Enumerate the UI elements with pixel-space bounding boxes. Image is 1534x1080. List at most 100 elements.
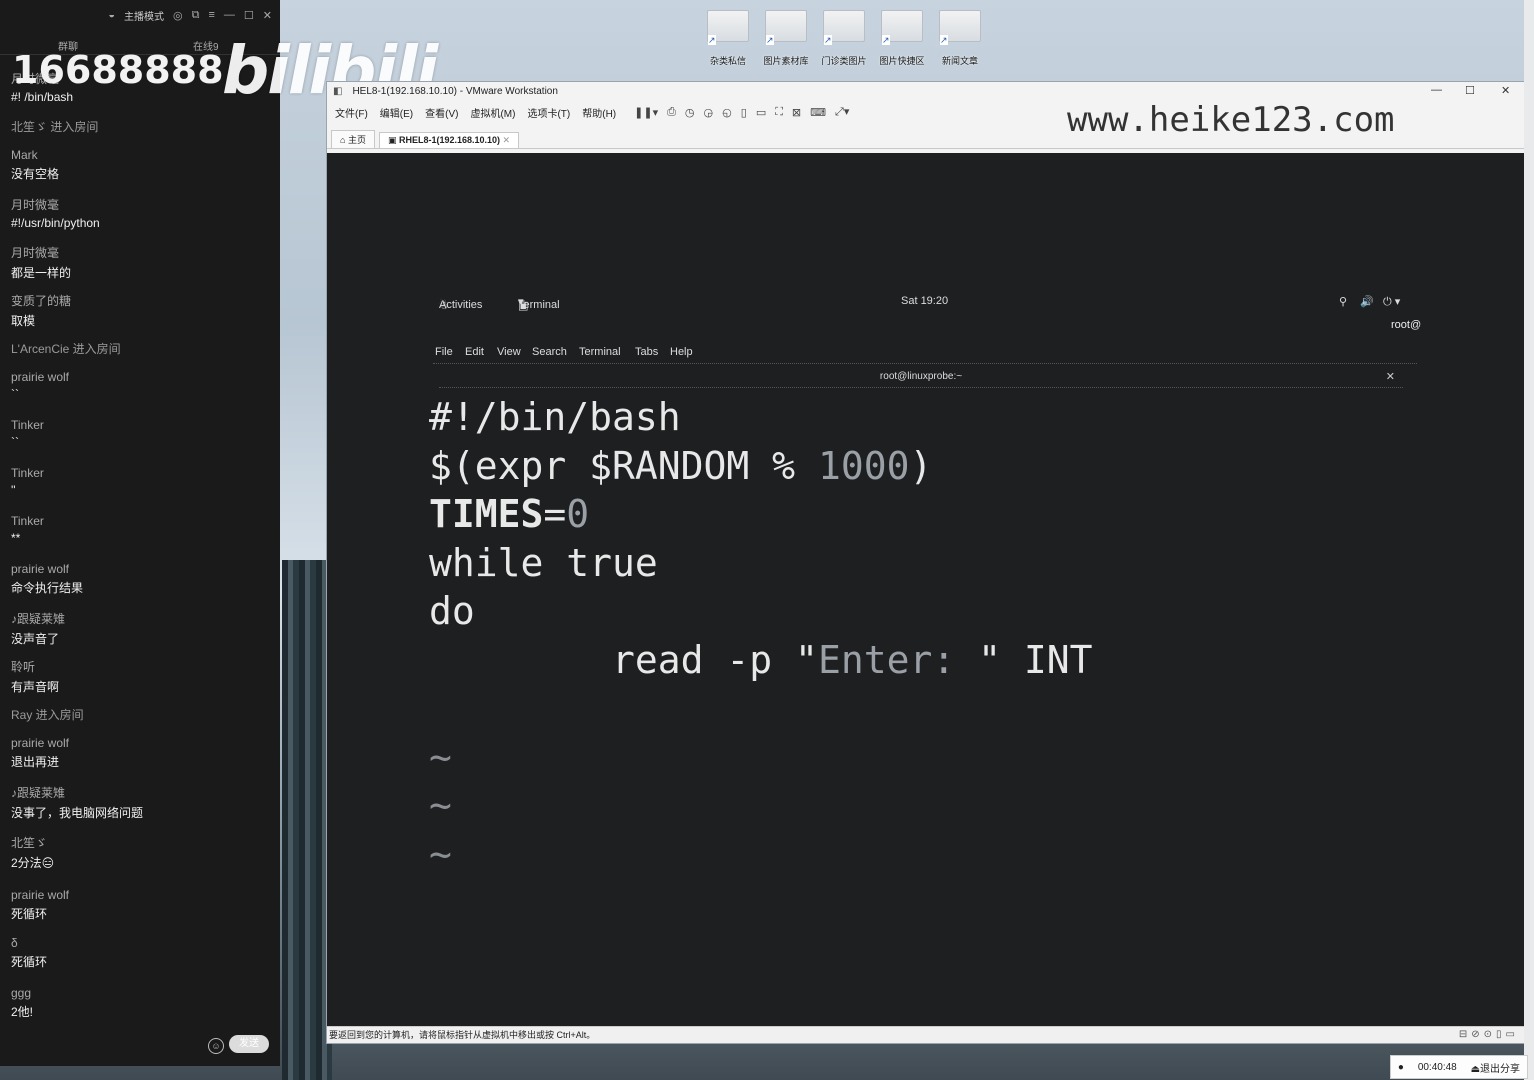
chat-text: 没声音了 [11, 632, 60, 646]
menu-vm[interactable]: 虚拟机(M) [470, 105, 515, 120]
menu-file[interactable]: File [435, 346, 453, 358]
desktop-shortcut[interactable]: 杂类私信 [702, 10, 754, 67]
chat-message: prairie wolf 命令执行结果 [11, 562, 83, 596]
tab-label: RHEL8-1(192.168.10.10) [398, 135, 501, 145]
network-icon[interactable]: ⚲ [1339, 295, 1347, 308]
desktop-shortcut[interactable]: 图片素材库 [760, 10, 812, 67]
app-menu-button[interactable]: ▣ Terminal ▾ [518, 295, 560, 312]
clock[interactable]: Sat 19:20 [901, 295, 948, 307]
menu-edit[interactable]: Edit [465, 346, 484, 358]
chat-username[interactable]: 月时微毫 [11, 244, 71, 261]
code-line: #!/bin/bash [429, 395, 681, 439]
menu-edit[interactable]: 编辑(E) [380, 105, 413, 120]
chat-text: #!/usr/bin/python [11, 216, 100, 230]
menu-view[interactable]: View [497, 346, 521, 358]
code-line: $(expr $RANDOM % 1000) [429, 444, 932, 488]
maximize-icon[interactable]: ☐ [1465, 84, 1475, 97]
code-line: while true [429, 540, 658, 585]
chat-username[interactable]: ♪跟疑莱雉 [11, 784, 143, 801]
chat-username[interactable]: prairie wolf [11, 888, 69, 902]
menu-terminal[interactable]: Terminal [579, 346, 621, 358]
exit-share-label: 退出分享 [1480, 1063, 1521, 1075]
power-icon[interactable]: ⏻ ▾ [1383, 295, 1400, 309]
exit-share-button[interactable]: ⏏退出分享 [1471, 1060, 1520, 1075]
close-icon[interactable]: ✕ [1501, 84, 1510, 97]
console-icon[interactable]: ⌨ [810, 106, 826, 119]
pause-icon[interactable]: ❚❚▾ [634, 106, 658, 119]
revert-snapshot-icon[interactable]: ◶ [704, 106, 714, 119]
menu-tabs[interactable]: 选项卡(T) [527, 105, 570, 120]
sidebar-icon[interactable]: ▯ [741, 106, 747, 119]
minimize-icon[interactable]: — [224, 9, 235, 21]
watermark-number: 16688888 [12, 48, 224, 92]
chat-username[interactable]: 北笙ゞ 进入房间 [11, 118, 98, 135]
chat-text: 没有空格 [11, 167, 60, 181]
code-line: TIMES=0 [429, 492, 589, 536]
chat-username[interactable]: 聆听 [11, 658, 59, 675]
chat-text: `` [11, 435, 19, 449]
chat-username[interactable]: prairie wolf [11, 562, 83, 576]
thumbnail-icon[interactable]: ▭ [756, 106, 766, 119]
chat-text: #! /bin/bash [11, 90, 74, 104]
chat-username[interactable]: Tinker [11, 418, 44, 432]
desktop-shortcut[interactable]: 图片快捷区 [876, 10, 928, 67]
vm-guest-screen[interactable]: ☃ Activities ▣ Terminal ▾ Sat 19:20 ⚲ 🔊 … [327, 153, 1525, 1026]
menu-help[interactable]: Help [670, 346, 693, 358]
menu-help[interactable]: 帮助(H) [582, 105, 616, 120]
settings-icon[interactable]: ◎ [173, 9, 183, 22]
chat-username[interactable]: prairie wolf [11, 736, 69, 750]
vim-editor-content[interactable]: #!/bin/bash $(expr $RANDOM % 1000) TIMES… [429, 393, 1092, 878]
chat-username[interactable]: prairie wolf [11, 370, 69, 384]
fullscreen-icon[interactable]: ⛶ [775, 106, 783, 119]
chat-username[interactable]: Mark [11, 148, 59, 162]
snapshot-icon[interactable]: ◷ [685, 106, 695, 119]
chat-message: 变质了的糖 取模 [11, 292, 71, 329]
tab-home[interactable]: ⌂ 主页 [331, 130, 375, 148]
menu-search[interactable]: Search [532, 346, 567, 358]
device-icons[interactable]: ⊟⊘⊙▯▭ [1459, 1027, 1519, 1043]
chat-username[interactable]: Tinker [11, 466, 44, 480]
chat-username[interactable]: 北笙ゞ [11, 834, 54, 851]
close-tab-icon[interactable]: ✕ [503, 135, 511, 145]
chat-username[interactable]: Tinker [11, 514, 44, 528]
emoji-icon[interactable]: ☺ [208, 1038, 224, 1054]
stretch-icon[interactable]: ⤢▾ [835, 105, 849, 119]
chat-username[interactable]: δ [11, 936, 47, 950]
minimize-icon[interactable]: — [1431, 84, 1442, 96]
chat-text: 都是一样的 [11, 266, 72, 280]
menu-icon[interactable]: ≡ [208, 9, 214, 21]
menu-tabs[interactable]: Tabs [635, 346, 658, 358]
unity-icon[interactable]: ⊠ [792, 106, 801, 119]
chat-username[interactable]: ggg [11, 986, 33, 1000]
tab-vm[interactable]: ▣ RHEL8-1(192.168.10.10) ✕ [378, 132, 520, 148]
chat-message: prairie wolf `` [11, 370, 69, 401]
menu-file[interactable]: 文件(F) [335, 105, 368, 120]
chat-username[interactable]: Ray 进入房间 [11, 706, 84, 723]
chat-text: 取模 [11, 314, 36, 328]
vm-icon: ▣ [387, 135, 399, 145]
code-line: read -p "Enter: " INT [429, 638, 1092, 682]
chat-username[interactable]: 变质了的糖 [11, 292, 71, 309]
code-string: Enter: [817, 637, 979, 682]
maximize-icon[interactable]: ☐ [244, 9, 254, 22]
send-keys-icon[interactable]: ⎙ [667, 106, 676, 119]
snapshot-manager-icon[interactable]: ◵ [722, 106, 732, 119]
terminal-title: root@linuxprobe:~ [879, 371, 963, 382]
popout-icon[interactable]: ⧉ [192, 9, 200, 22]
volume-icon[interactable]: 🔊 [1360, 295, 1374, 308]
send-button[interactable]: 发送 [229, 1035, 269, 1053]
desktop-shortcut[interactable]: 新闻文章 [934, 10, 986, 67]
close-icon[interactable]: ✕ [263, 9, 272, 22]
chat-header: ◒ 主播模式 ◎ ⧉ ≡ — ☐ ✕ [0, 0, 280, 30]
chat-message: 北笙ゞ 2分法😑 [11, 834, 54, 871]
desktop-shortcut[interactable]: 门诊类图片 [818, 10, 870, 67]
chat-username[interactable]: L'ArcenCie 进入房间 [11, 340, 121, 357]
menu-view[interactable]: 查看(V) [425, 105, 458, 120]
chat-username[interactable]: ♪跟疑莱雉 [11, 610, 65, 627]
chat-message: Tinker ** [11, 514, 44, 545]
code-line: do [429, 589, 475, 633]
folder-shortcut-icon [707, 10, 749, 45]
close-icon[interactable]: ✕ [1386, 367, 1395, 387]
vmware-window: ◧ HEL8-1(192.168.10.10) - VMware Worksta… [326, 81, 1527, 1044]
chat-username[interactable]: 月时微毫 [11, 196, 100, 213]
